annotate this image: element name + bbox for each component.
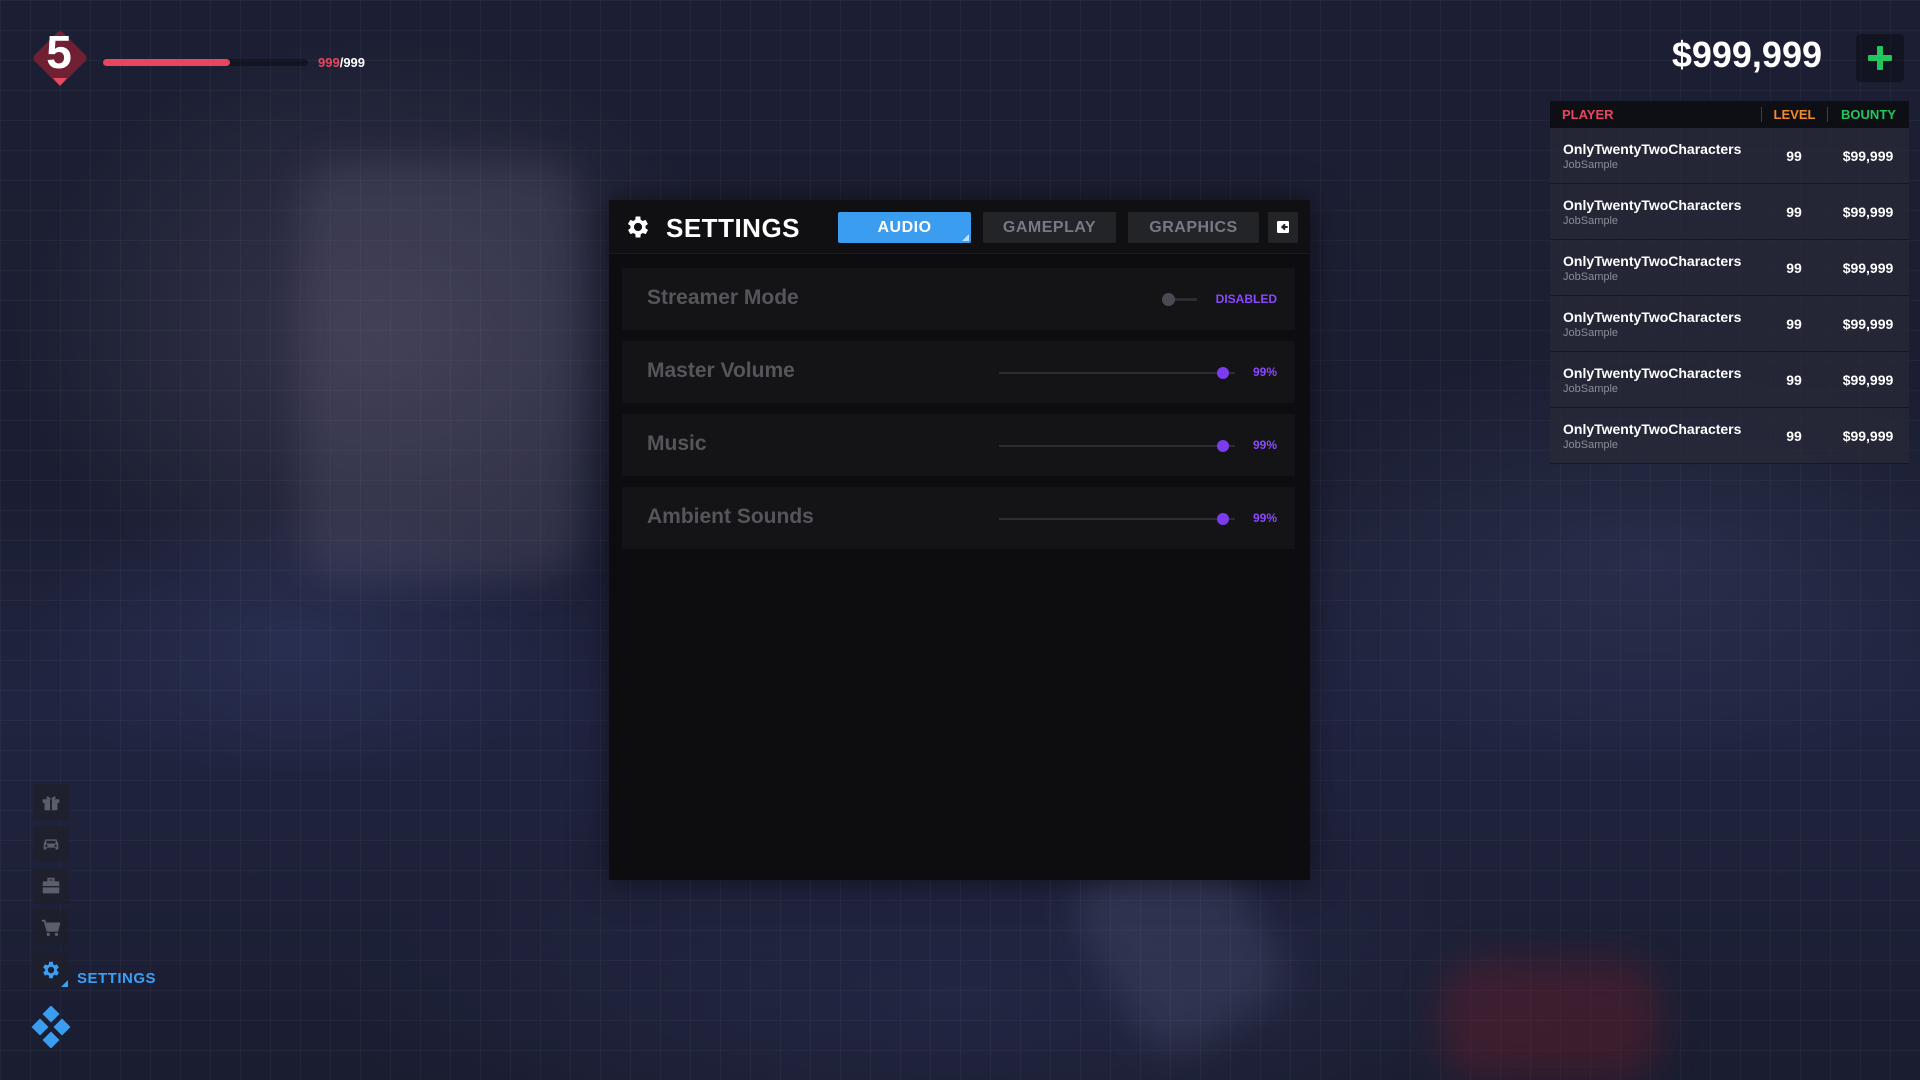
ambient-sounds-label: Ambient Sounds bbox=[647, 505, 814, 528]
garage-button[interactable] bbox=[33, 826, 69, 862]
xp-max: 999 bbox=[343, 55, 366, 70]
logo-icon bbox=[31, 1006, 71, 1048]
active-corner-icon bbox=[61, 980, 68, 987]
scoreboard-row: OnlyTwentyTwoCharacters JobSample 99 $99,99… bbox=[1550, 296, 1909, 352]
xp-text: 999/999 bbox=[318, 55, 365, 70]
plus-icon-vertical bbox=[1877, 46, 1883, 70]
player-level: 99 bbox=[1786, 259, 1802, 276]
jobs-button[interactable] bbox=[33, 868, 69, 904]
player-job: JobSample bbox=[1563, 438, 1619, 451]
player-cell: OnlyTwentyTwoCharacters JobSample bbox=[1550, 253, 1761, 283]
player-cell: OnlyTwentyTwoCharacters JobSample bbox=[1550, 309, 1761, 339]
player-level: 99 bbox=[1786, 371, 1802, 388]
xp-current: 999 bbox=[318, 55, 340, 70]
player-bounty: $99,999 bbox=[1842, 315, 1894, 332]
master-volume-value: 99% bbox=[1252, 365, 1277, 379]
music-value: 99% bbox=[1252, 438, 1277, 452]
settings-title: SETTINGS bbox=[666, 213, 801, 243]
player-level: 99 bbox=[1786, 147, 1802, 164]
player-name: OnlyTwentyTwoCharacters bbox=[1563, 140, 1742, 157]
tab-audio[interactable]: AUDIO bbox=[838, 212, 971, 243]
scoreboard-row: OnlyTwentyTwoCharacters JobSample 99 $99,99… bbox=[1550, 128, 1909, 184]
music-slider[interactable] bbox=[999, 445, 1235, 447]
player-bounty: $99,999 bbox=[1842, 371, 1894, 388]
player-level: 99 bbox=[1786, 427, 1802, 444]
scoreboard-row: OnlyTwentyTwoCharacters JobSample 99 $99,99… bbox=[1550, 184, 1909, 240]
settings-header: SETTINGS AUDIO GAMEPLAY GRAPHICS bbox=[609, 200, 1310, 254]
level-badge: 5 bbox=[30, 26, 89, 87]
car-icon bbox=[43, 839, 59, 850]
player-cell: OnlyTwentyTwoCharacters JobSample bbox=[1550, 365, 1761, 395]
scoreboard-row: OnlyTwentyTwoCharacters JobSample 99 $99,99… bbox=[1550, 240, 1909, 296]
cart-icon bbox=[41, 919, 61, 937]
player-job: JobSample bbox=[1563, 158, 1619, 171]
ambient-sounds-row: Ambient Sounds 99% bbox=[622, 487, 1295, 549]
master-volume-slider[interactable] bbox=[999, 372, 1235, 374]
background-blur bbox=[1440, 960, 1660, 1080]
music-slider-knob[interactable] bbox=[1216, 440, 1229, 452]
player-level: 99 bbox=[1786, 315, 1802, 332]
music-row: Music 99% bbox=[622, 414, 1295, 476]
player-job: JobSample bbox=[1563, 270, 1619, 283]
master-volume-slider-knob[interactable] bbox=[1216, 367, 1229, 379]
player-bounty: $99,999 bbox=[1842, 147, 1894, 164]
player-job: JobSample bbox=[1563, 326, 1619, 339]
music-label: Music bbox=[647, 432, 707, 455]
tab-graphics[interactable]: GRAPHICS bbox=[1128, 212, 1259, 243]
exit-icon bbox=[1277, 221, 1289, 233]
ambient-sounds-slider[interactable] bbox=[999, 518, 1235, 520]
streamer-mode-label: Streamer Mode bbox=[647, 286, 799, 309]
streamer-mode-state: DISABLED bbox=[1215, 292, 1277, 306]
streamer-mode-row: Streamer Mode DISABLED bbox=[622, 268, 1295, 330]
scoreboard-row: OnlyTwentyTwoCharacters JobSample 99 $99,99… bbox=[1550, 352, 1909, 408]
tab-gameplay[interactable]: GAMEPLAY bbox=[983, 212, 1116, 243]
player-level: 99 bbox=[1786, 203, 1802, 220]
scoreboard-header: PLAYER LEVEL BOUNTY bbox=[1550, 101, 1909, 128]
gift-button[interactable] bbox=[33, 784, 69, 820]
settings-panel: SETTINGS AUDIO GAMEPLAY GRAPHICS Streame… bbox=[609, 200, 1310, 880]
scoreboard: PLAYER LEVEL BOUNTY OnlyTwentyTwoCharact… bbox=[1550, 101, 1909, 464]
level-number: 5 bbox=[46, 26, 72, 78]
player-name: OnlyTwentyTwoCharacters bbox=[1563, 308, 1742, 325]
gift-icon bbox=[42, 796, 60, 811]
streamer-mode-toggle-knob[interactable] bbox=[1162, 293, 1175, 306]
master-volume-row: Master Volume 99% bbox=[622, 341, 1295, 403]
ambient-sounds-value: 99% bbox=[1252, 511, 1277, 525]
exit-button[interactable] bbox=[1268, 212, 1298, 243]
level-tick-icon bbox=[53, 78, 67, 86]
header-bounty: BOUNTY bbox=[1827, 107, 1909, 122]
header-player: PLAYER bbox=[1562, 107, 1614, 122]
briefcase-icon bbox=[42, 877, 60, 894]
player-bounty: $99,999 bbox=[1842, 259, 1894, 276]
xp-bar bbox=[103, 59, 308, 66]
header-level: LEVEL bbox=[1761, 107, 1827, 122]
ambient-sounds-slider-knob[interactable] bbox=[1216, 513, 1229, 525]
shop-button[interactable] bbox=[33, 910, 69, 946]
background-blur bbox=[300, 160, 580, 580]
player-cell: OnlyTwentyTwoCharacters JobSample bbox=[1550, 197, 1761, 227]
player-name: OnlyTwentyTwoCharacters bbox=[1563, 420, 1742, 437]
dock-active-label: SETTINGS bbox=[77, 970, 157, 987]
player-cell: OnlyTwentyTwoCharacters JobSample bbox=[1550, 141, 1761, 171]
player-job: JobSample bbox=[1563, 214, 1619, 227]
gear-icon bbox=[43, 961, 59, 979]
scoreboard-row: OnlyTwentyTwoCharacters JobSample 99 $99,99… bbox=[1550, 408, 1909, 464]
player-name: OnlyTwentyTwoCharacters bbox=[1563, 252, 1742, 269]
player-bounty: $99,999 bbox=[1842, 427, 1894, 444]
money-display: $999,999 bbox=[1671, 34, 1822, 75]
master-volume-label: Master Volume bbox=[647, 359, 795, 382]
gear-icon bbox=[627, 216, 649, 238]
player-bounty: $99,999 bbox=[1842, 203, 1894, 220]
add-money-button[interactable] bbox=[1856, 34, 1904, 82]
player-cell: OnlyTwentyTwoCharacters JobSample bbox=[1550, 421, 1761, 451]
player-name: OnlyTwentyTwoCharacters bbox=[1563, 364, 1742, 381]
player-job: JobSample bbox=[1563, 382, 1619, 395]
player-name: OnlyTwentyTwoCharacters bbox=[1563, 196, 1742, 213]
xp-bar-fill bbox=[103, 59, 231, 66]
settings-button[interactable] bbox=[33, 952, 69, 988]
